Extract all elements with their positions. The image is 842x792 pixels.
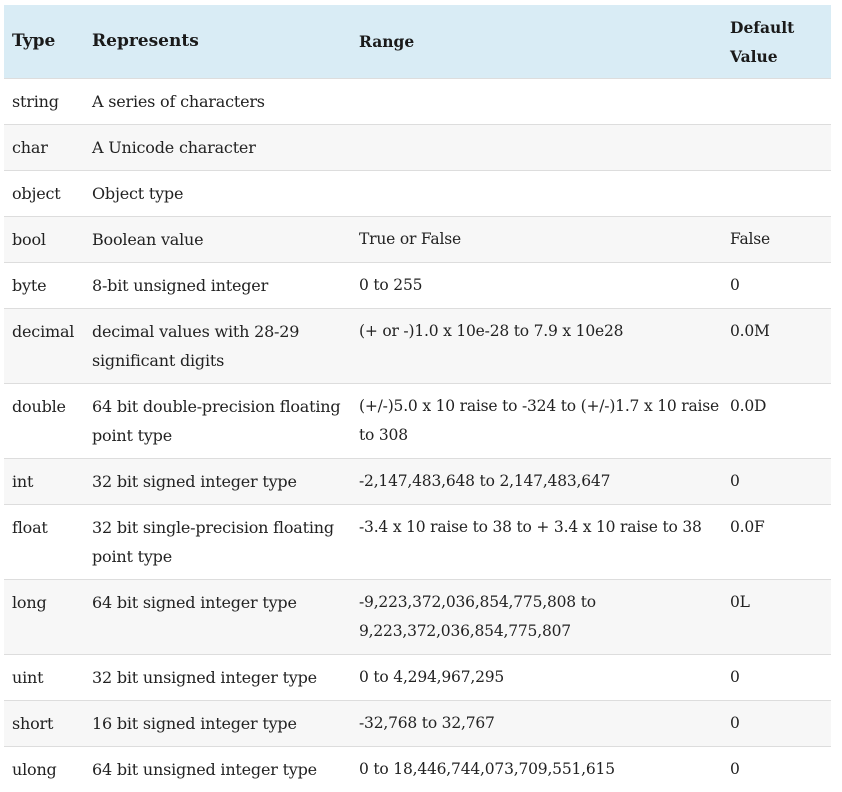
cell-type: byte — [4, 263, 84, 309]
data-types-table: Type Represents Range Default Value stri… — [4, 5, 831, 792]
cell-default-value: 0.0D — [722, 384, 831, 459]
table-row: uint32 bit unsigned integer type0 to 4,2… — [4, 655, 831, 701]
cell-range — [351, 125, 722, 171]
header-type: Type — [4, 5, 84, 79]
table-row: byte8-bit unsigned integer0 to 2550 — [4, 263, 831, 309]
cell-represents: 64 bit signed integer type — [84, 580, 351, 655]
cell-type: char — [4, 125, 84, 171]
cell-type: short — [4, 701, 84, 747]
cell-represents: 8-bit unsigned integer — [84, 263, 351, 309]
cell-default-value: 0 — [722, 263, 831, 309]
cell-default-value — [722, 171, 831, 217]
table-row: long64 bit signed integer type-9,223,372… — [4, 580, 831, 655]
cell-range: -3.4 x 10 raise to 38 to + 3.4 x 10 rais… — [351, 505, 722, 580]
cell-represents: Object type — [84, 171, 351, 217]
cell-range: -2,147,483,648 to 2,147,483,647 — [351, 459, 722, 505]
cell-default-value: 0L — [722, 580, 831, 655]
cell-default-value: 0 — [722, 459, 831, 505]
cell-range — [351, 171, 722, 217]
cell-type: bool — [4, 217, 84, 263]
cell-represents: A series of characters — [84, 79, 351, 125]
cell-range: True or False — [351, 217, 722, 263]
cell-represents: A Unicode character — [84, 125, 351, 171]
cell-type: object — [4, 171, 84, 217]
cell-represents: 32 bit unsigned integer type — [84, 655, 351, 701]
header-represents: Represents — [84, 5, 351, 79]
table-row: int32 bit signed integer type-2,147,483,… — [4, 459, 831, 505]
cell-default-value: 0 — [722, 655, 831, 701]
cell-default-value: 0 — [722, 701, 831, 747]
cell-range: (+ or -)1.0 x 10e-28 to 7.9 x 10e28 — [351, 309, 722, 384]
cell-range: 0 to 255 — [351, 263, 722, 309]
content-area: Type Represents Range Default Value stri… — [0, 0, 842, 792]
cell-default-value — [722, 79, 831, 125]
header-row: Type Represents Range Default Value — [4, 5, 831, 79]
table-row: boolBoolean valueTrue or FalseFalse — [4, 217, 831, 263]
table-row: ulong64 bit unsigned integer type0 to 18… — [4, 747, 831, 792]
cell-default-value — [722, 125, 831, 171]
cell-represents: decimal values with 28-29 significant di… — [84, 309, 351, 384]
table-header: Type Represents Range Default Value — [4, 5, 831, 79]
table-row: charA Unicode character — [4, 125, 831, 171]
cell-range — [351, 79, 722, 125]
cell-type: long — [4, 580, 84, 655]
table-row: short16 bit signed integer type-32,768 t… — [4, 701, 831, 747]
cell-represents: 32 bit signed integer type — [84, 459, 351, 505]
cell-type: string — [4, 79, 84, 125]
cell-represents: 16 bit signed integer type — [84, 701, 351, 747]
cell-default-value: 0.0F — [722, 505, 831, 580]
table-row: double64 bit double-precision floating p… — [4, 384, 831, 459]
header-range: Range — [351, 5, 722, 79]
cell-type: float — [4, 505, 84, 580]
cell-default-value: 0.0M — [722, 309, 831, 384]
table-row: objectObject type — [4, 171, 831, 217]
cell-type: uint — [4, 655, 84, 701]
cell-represents: 32 bit single-precision floating point t… — [84, 505, 351, 580]
cell-type: ulong — [4, 747, 84, 792]
cell-represents: 64 bit double-precision floating point t… — [84, 384, 351, 459]
cell-range: -32,768 to 32,767 — [351, 701, 722, 747]
table-row: decimaldecimal values with 28-29 signifi… — [4, 309, 831, 384]
cell-represents: 64 bit unsigned integer type — [84, 747, 351, 792]
cell-type: int — [4, 459, 84, 505]
cell-default-value: False — [722, 217, 831, 263]
cell-range: (+/-)5.0 x 10 raise to -324 to (+/-)1.7 … — [351, 384, 722, 459]
header-default-value: Default Value — [722, 5, 831, 79]
cell-default-value: 0 — [722, 747, 831, 792]
table-row: float32 bit single-precision floating po… — [4, 505, 831, 580]
table-row: stringA series of characters — [4, 79, 831, 125]
cell-represents: Boolean value — [84, 217, 351, 263]
cell-range: 0 to 4,294,967,295 — [351, 655, 722, 701]
cell-type: decimal — [4, 309, 84, 384]
cell-type: double — [4, 384, 84, 459]
cell-range: 0 to 18,446,744,073,709,551,615 — [351, 747, 722, 792]
table-body: stringA series of characterscharA Unicod… — [4, 79, 831, 792]
cell-range: -9,223,372,036,854,775,808 to 9,223,372,… — [351, 580, 722, 655]
